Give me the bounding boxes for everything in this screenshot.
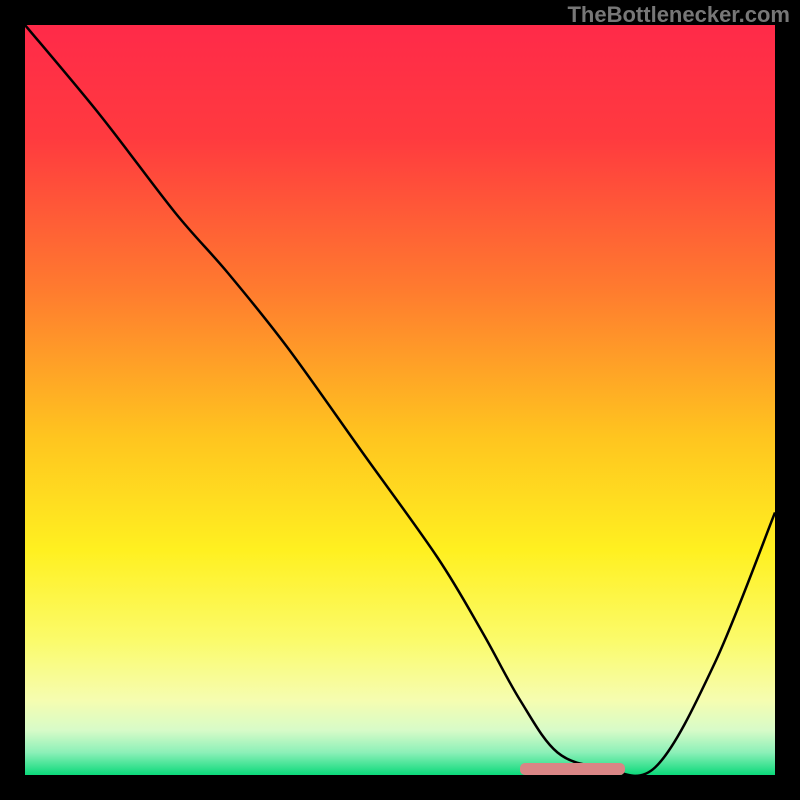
chart-container xyxy=(25,25,775,775)
watermark-label: TheBottleneсker.com xyxy=(567,2,790,28)
optimal-range-bar xyxy=(520,763,625,775)
bottleneck-chart xyxy=(25,25,775,775)
gradient-background xyxy=(25,25,775,775)
